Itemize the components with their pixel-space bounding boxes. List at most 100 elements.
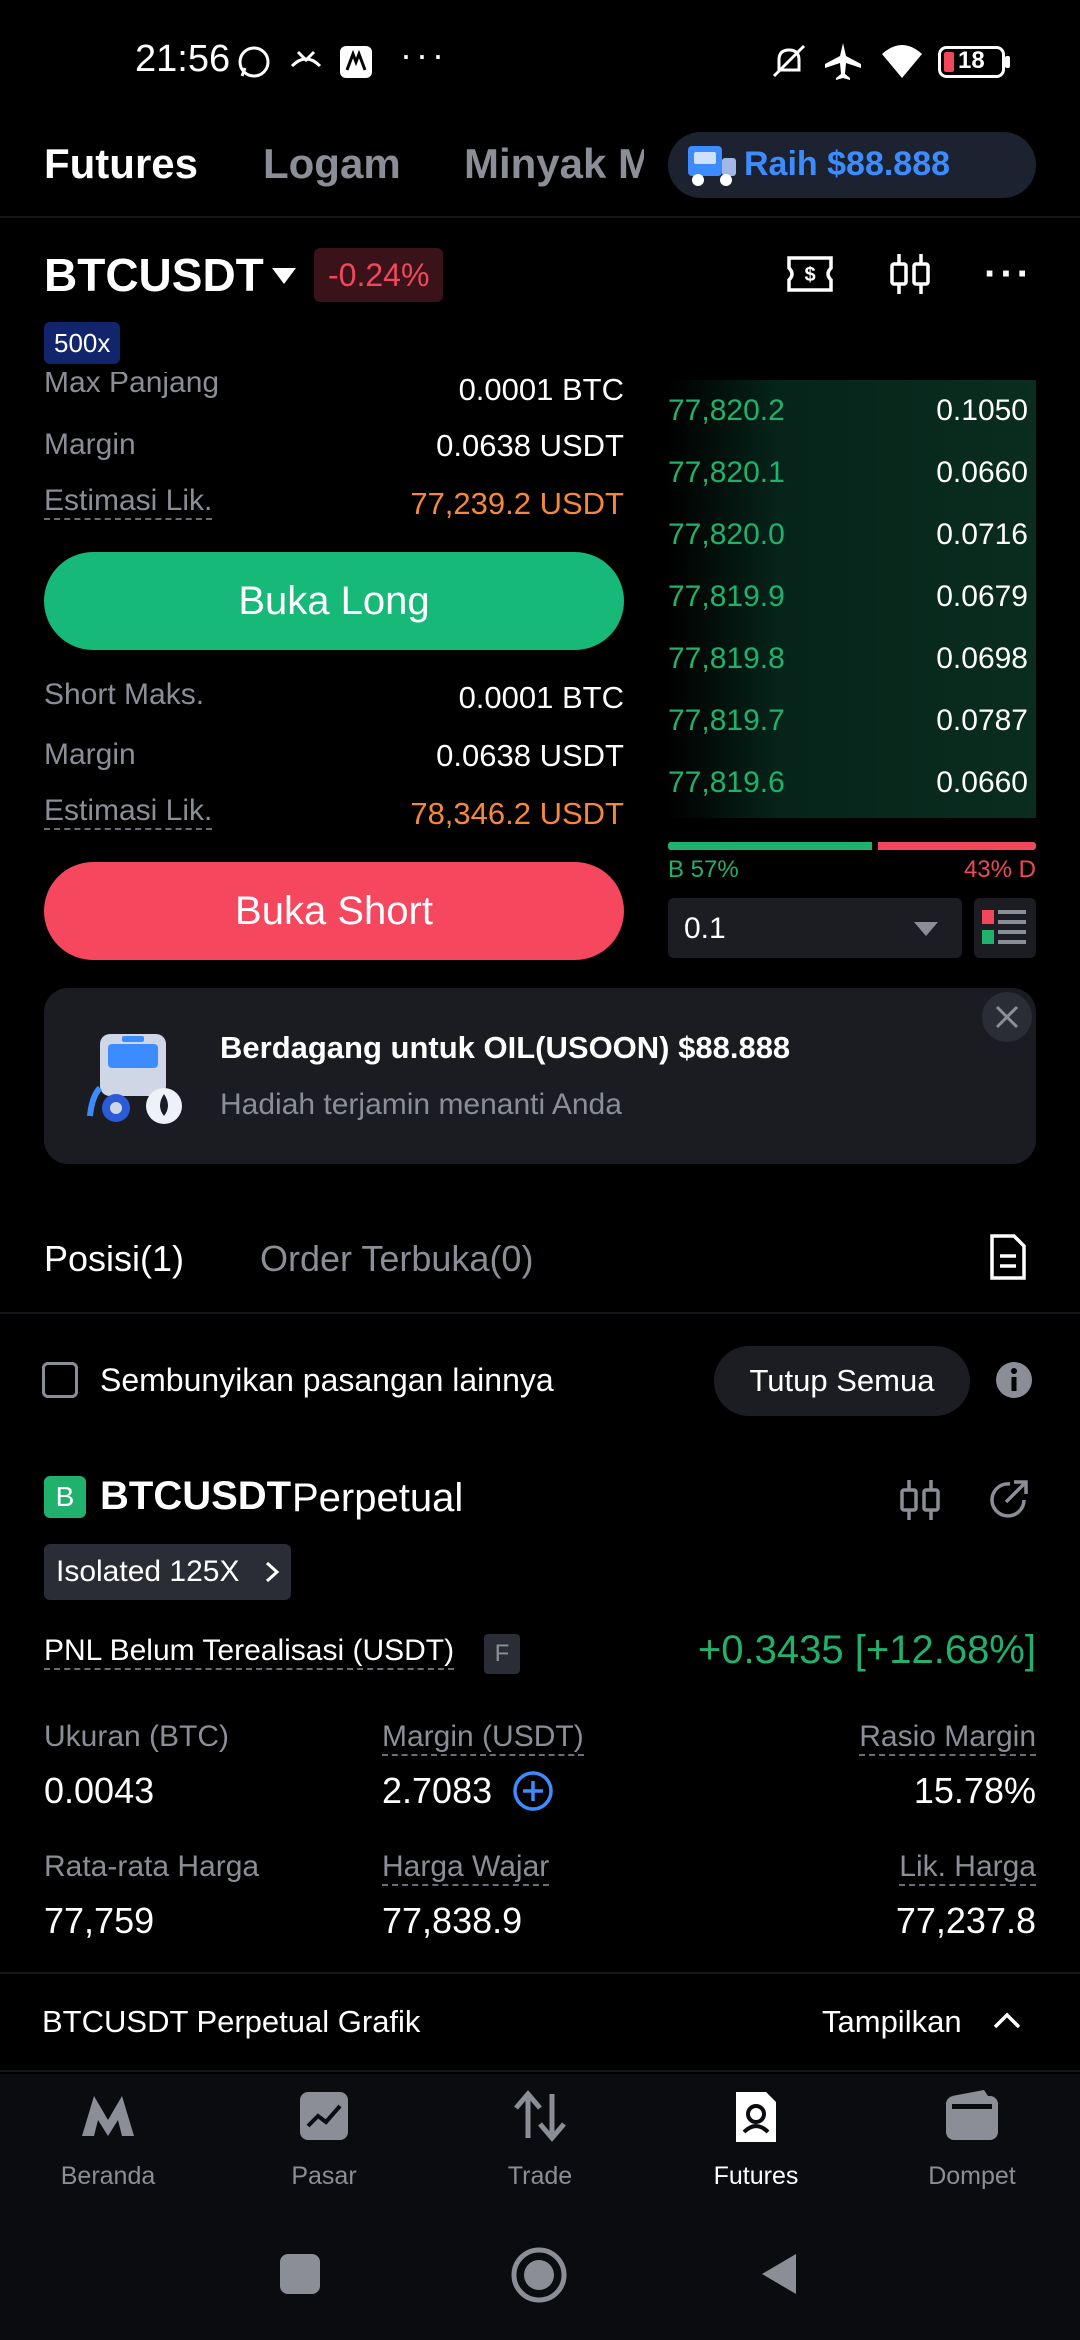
tab-logam[interactable]: Logam <box>263 140 401 188</box>
leverage-badge[interactable]: 500x <box>44 322 121 364</box>
promo-pill-label: Raih $88.888 <box>744 145 951 183</box>
short-max-label: Short Maks. <box>44 678 205 711</box>
fair-price-label[interactable]: Harga Wajar <box>382 1850 550 1886</box>
buy-ratio-fill <box>668 842 878 850</box>
position-chart-icon[interactable] <box>896 1476 944 1524</box>
tab-positions[interactable]: Posisi(1) <box>44 1238 184 1280</box>
svg-text:$: $ <box>804 264 815 286</box>
margin-ratio-value: 15.78% <box>913 1770 1036 1811</box>
order-book-quantity: 0.0698 <box>936 642 1028 675</box>
market-icon <box>300 2092 348 2140</box>
short-max-value: 0.0001 BTC <box>458 680 624 715</box>
order-book-quantity: 0.0679 <box>936 580 1028 613</box>
liq-price-label[interactable]: Lik. Harga <box>899 1850 1036 1886</box>
fair-price-value: 77,838.9 <box>382 1900 523 1941</box>
margin-value: 2.7083 <box>382 1770 493 1811</box>
margin-mode-chip[interactable]: Isolated 125X <box>44 1544 292 1600</box>
nav-futures-label: Futures <box>713 2162 799 2190</box>
size-value: 0.0043 <box>44 1770 155 1811</box>
order-book-quantity: 0.0787 <box>936 704 1028 737</box>
nav-pasar-label: Pasar <box>291 2162 357 2190</box>
book-layout-icon <box>982 910 1026 944</box>
avg-price-label: Rata-rata Harga <box>44 1850 260 1883</box>
info-icon[interactable] <box>994 1360 1034 1400</box>
silent-icon <box>772 44 806 78</box>
symbol-name[interactable]: BTCUSDT <box>44 248 264 302</box>
close-icon <box>995 1005 1019 1029</box>
home-button[interactable] <box>510 2246 568 2304</box>
pnl-label[interactable]: PNL Belum Terealisasi (USDT) <box>44 1634 455 1670</box>
buy-sell-ratio-bar <box>668 842 1036 850</box>
order-book-price[interactable]: 77,819.8 <box>668 642 785 676</box>
short-liq-value: 78,346.2 USDT <box>410 796 624 831</box>
nav-beranda-label: Beranda <box>60 2162 156 2190</box>
whatsapp-icon <box>238 46 270 78</box>
long-max-label: Max Panjang <box>44 366 220 399</box>
tab-open-orders[interactable]: Order Terbuka(0) <box>260 1238 533 1280</box>
long-margin-value: 0.0638 USDT <box>436 428 624 463</box>
short-margin-value: 0.0638 USDT <box>436 738 624 773</box>
chart-toggle-label[interactable]: Tampilkan <box>822 2004 962 2040</box>
oil-truck-icon <box>87 1034 182 1124</box>
order-book-price[interactable]: 77,820.2 <box>668 394 785 428</box>
banner-title: Berdagang untuk OIL(USOON) $88.888 <box>220 1030 791 1065</box>
long-liq-value: 77,239.2 USDT <box>410 486 624 521</box>
battery-level: 18 <box>958 47 985 74</box>
short-liq-label[interactable]: Estimasi Lik. <box>44 794 213 830</box>
truck-promo-icon <box>688 146 736 186</box>
wifi-icon <box>882 45 922 78</box>
order-book-price[interactable]: 77,819.9 <box>668 580 785 614</box>
long-liq-label[interactable]: Estimasi Lik. <box>44 484 213 520</box>
order-book-price[interactable]: 77,819.6 <box>668 766 785 800</box>
order-book-quantity: 0.0660 <box>936 456 1028 489</box>
candlestick-chart-icon[interactable] <box>886 250 934 298</box>
sell-ratio-label: 43% D <box>963 856 1036 883</box>
back-button[interactable] <box>758 2250 800 2298</box>
precision-value: 0.1 <box>684 912 726 945</box>
position-contract: Perpetual <box>292 1476 464 1520</box>
share-icon[interactable] <box>984 1476 1032 1524</box>
close-all-button[interactable]: Tutup Semua <box>714 1346 970 1416</box>
more-options-icon[interactable]: ··· <box>984 252 1033 297</box>
symbol-dropdown-icon[interactable] <box>270 266 298 286</box>
margin-label[interactable]: Margin (USDT) <box>382 1720 584 1756</box>
status-time: 21:56 <box>135 38 231 80</box>
margin-ratio-label[interactable]: Rasio Margin <box>859 1720 1036 1756</box>
chart-bar-title: BTCUSDT Perpetual Grafik <box>42 2004 421 2039</box>
order-book-quantity: 0.1050 <box>936 394 1028 427</box>
open-short-button[interactable]: Buka Short <box>44 862 624 960</box>
size-label: Ukuran (BTC) <box>44 1720 230 1753</box>
order-book-price[interactable]: 77,819.7 <box>668 704 785 738</box>
buy-side-badge: B <box>44 1476 86 1518</box>
trade-arrows-icon <box>514 2090 566 2142</box>
order-book-price[interactable]: 77,820.0 <box>668 518 785 552</box>
buy-ratio-label: B 57% <box>668 856 739 883</box>
liq-price-value: 77,237.8 <box>895 1900 1036 1941</box>
banner-subtitle: Hadiah terjamin menanti Anda <box>220 1088 622 1121</box>
header-divider <box>0 216 1080 218</box>
avg-price-value: 77,759 <box>44 1900 155 1941</box>
price-change-badge: -0.24% <box>314 248 444 302</box>
futures-document-icon <box>736 2092 776 2142</box>
chevron-up-icon[interactable] <box>992 2010 1022 2030</box>
open-long-button[interactable]: Buka Long <box>44 552 624 650</box>
precision-dropdown-icon <box>914 922 938 936</box>
tab-minyak[interactable]: Minyak M <box>464 140 644 188</box>
app-notification-icon <box>340 46 372 78</box>
ticket-icon[interactable]: $ <box>786 252 834 296</box>
nav-dompet-label: Dompet <box>928 2162 1016 2190</box>
chevron-right-icon <box>265 1561 280 1583</box>
pnl-tag[interactable]: F <box>484 1634 520 1674</box>
missed-call-icon <box>290 50 322 68</box>
airplane-mode-icon <box>825 43 861 80</box>
add-margin-icon[interactable] <box>512 1770 554 1812</box>
tab-futures[interactable]: Futures <box>44 140 198 188</box>
hide-other-pairs-checkbox[interactable] <box>42 1362 78 1398</box>
order-book-price[interactable]: 77,820.1 <box>668 456 785 490</box>
pnl-value: +0.3435 [+12.68%] <box>697 1628 1036 1672</box>
more-notifications-icon: ··· <box>400 34 448 75</box>
history-document-icon[interactable] <box>988 1232 1028 1282</box>
hide-other-pairs-label[interactable]: Sembunyikan pasangan lainnya <box>100 1362 554 1399</box>
recent-apps-button[interactable] <box>280 2254 320 2294</box>
position-symbol[interactable]: BTCUSDT <box>100 1474 291 1519</box>
